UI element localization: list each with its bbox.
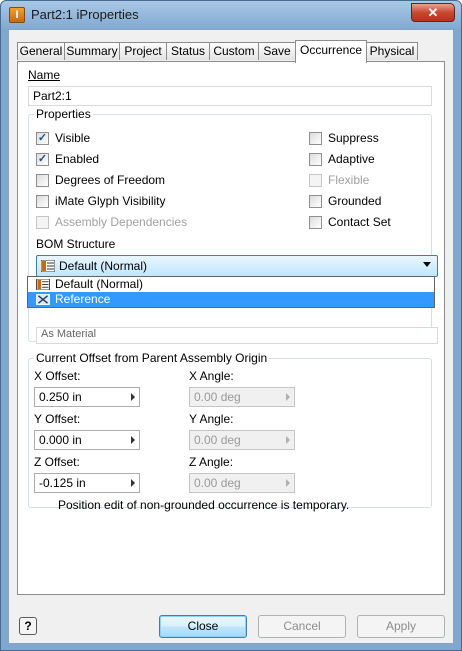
adaptive-checkbox[interactable] [309,153,322,166]
dialog-client-area: General Summary Project Status Custom Sa… [8,29,454,644]
x-offset-field[interactable]: 0.250 in [34,387,140,407]
bom-normal-icon [36,279,50,290]
spin-arrow-icon [286,436,290,444]
obscured-material-field: As Material [36,327,438,344]
x-angle-field: 0.00 deg [189,387,295,407]
assembly-dependencies-checkbox [36,216,49,229]
z-offset-field[interactable]: -0.125 in [34,473,140,493]
bom-option-default-normal[interactable]: Default (Normal) [28,277,434,292]
tab-occurrence[interactable]: Occurrence [295,40,367,63]
offset-note: Position edit of non-grounded occurrence… [58,498,350,512]
cancel-button: Cancel [258,615,346,638]
spin-arrow-icon[interactable] [131,436,135,444]
z-offset-label: Z Offset: [34,455,80,469]
title-bar[interactable]: I Part2:1 iProperties ✕ [1,1,461,29]
bom-reference-icon [36,294,50,305]
iproperties-window: I Part2:1 iProperties ✕ General Summary … [0,0,462,651]
tab-project[interactable]: Project [119,42,167,60]
y-offset-label: Y Offset: [34,412,81,426]
grounded-label: Grounded [328,194,382,208]
y-angle-label: Y Angle: [189,412,234,426]
contact-set-label: Contact Set [328,215,391,229]
imate-glyph-visibility-checkbox[interactable] [36,195,49,208]
contact-set-checkbox[interactable] [309,216,322,229]
x-offset-label: X Offset: [34,369,81,383]
degrees-of-freedom-checkbox[interactable] [36,174,49,187]
offset-group-label: Current Offset from Parent Assembly Orig… [34,351,270,365]
suppress-label: Suppress [328,131,379,145]
visible-checkbox[interactable]: ✓ [36,132,49,145]
help-button[interactable]: ? [19,617,37,635]
bom-structure-dropdown-list: Default (Normal) Reference [27,276,435,308]
bom-option-label: Reference [55,292,111,306]
bom-structure-label: BOM Structure [36,237,116,251]
assembly-dependencies-label: Assembly Dependencies [55,215,188,229]
window-title: Part2:1 iProperties [31,7,139,22]
flexible-label: Flexible [328,173,370,187]
bom-selected-value: Default (Normal) [59,259,148,273]
visible-label: Visible [55,131,91,145]
bom-normal-icon [41,260,55,272]
tab-custom[interactable]: Custom [209,42,259,60]
chevron-down-icon[interactable] [423,262,431,267]
window-close-button[interactable]: ✕ [411,3,455,22]
suppress-checkbox[interactable] [309,132,322,145]
occurrence-panel: Name Part2:1 Properties ✓ Visible ✓ Enab… [17,61,445,595]
properties-group-label: Properties [34,107,93,121]
enabled-label: Enabled [55,152,100,166]
degrees-of-freedom-label: Degrees of Freedom [55,173,166,187]
enabled-checkbox[interactable]: ✓ [36,153,49,166]
adaptive-label: Adaptive [328,152,375,166]
bom-structure-combobox[interactable]: Default (Normal) [36,255,438,277]
apply-button: Apply [357,615,445,638]
bom-option-label: Default (Normal) [55,277,144,291]
tab-strip: General Summary Project Status Custom Sa… [17,40,437,63]
grounded-checkbox[interactable] [309,195,322,208]
spin-arrow-icon[interactable] [131,479,135,487]
spin-arrow-icon [286,393,290,401]
name-label: Name [28,68,61,82]
name-field[interactable]: Part2:1 [28,86,432,106]
spin-arrow-icon [286,479,290,487]
y-offset-field[interactable]: 0.000 in [34,430,140,450]
imate-glyph-visibility-label: iMate Glyph Visibility [55,194,166,208]
z-angle-label: Z Angle: [189,455,234,469]
tab-physical[interactable]: Physical [366,42,418,60]
x-angle-label: X Angle: [189,369,234,383]
spin-arrow-icon[interactable] [131,393,135,401]
tab-save[interactable]: Save [258,42,296,60]
flexible-checkbox [309,174,322,187]
close-button[interactable]: Close [159,615,247,638]
tab-general[interactable]: General [17,42,65,60]
z-angle-field: 0.00 deg [189,473,295,493]
bom-option-reference[interactable]: Reference [28,292,434,307]
tab-summary[interactable]: Summary [64,42,120,60]
tab-status[interactable]: Status [166,42,210,60]
inventor-app-icon: I [9,7,25,23]
y-angle-field: 0.00 deg [189,430,295,450]
